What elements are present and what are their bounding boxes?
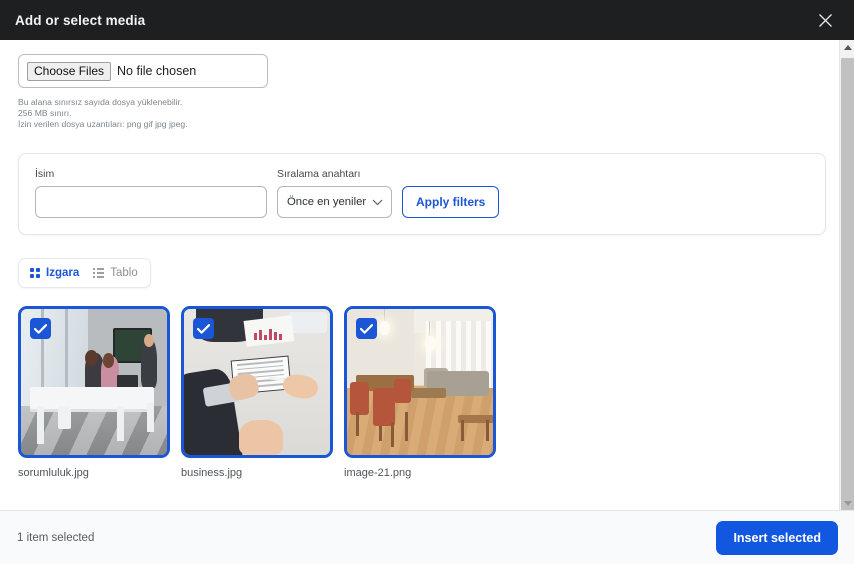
choose-files-button[interactable]: Choose Files bbox=[27, 61, 112, 81]
view-mode-grid-label: Izgara bbox=[46, 267, 80, 280]
media-checkbox[interactable] bbox=[193, 318, 214, 340]
name-filter-group: İsim bbox=[35, 168, 267, 219]
media-thumbnail[interactable] bbox=[181, 306, 333, 459]
sort-select[interactable]: Önce en yeniler bbox=[277, 186, 392, 219]
file-upload-field[interactable]: Choose Files No file chosen bbox=[18, 54, 268, 88]
modal-body: Choose Files No file chosen Bu alana sın… bbox=[0, 40, 854, 510]
grid-icon bbox=[30, 268, 40, 279]
sort-filter-label: Sıralama anahtarı bbox=[277, 168, 361, 181]
media-filename: sorumluluk.jpg bbox=[18, 467, 89, 480]
media-checkbox[interactable] bbox=[356, 318, 377, 340]
apply-filters-button[interactable]: Apply filters bbox=[402, 186, 500, 219]
media-item: business.jpg bbox=[181, 306, 333, 479]
media-item: sorumluluk.jpg bbox=[18, 306, 170, 479]
upload-help-line-2: 256 MB sınırı. bbox=[18, 107, 72, 118]
vertical-scrollbar[interactable] bbox=[839, 40, 854, 510]
media-grid: sorumluluk.jpg business.jpg image-21.png bbox=[18, 306, 820, 479]
media-checkbox[interactable] bbox=[30, 318, 51, 340]
media-thumbnail[interactable] bbox=[18, 306, 170, 459]
upload-help-line-1: Bu alana sınırsız sayıda dosya yüklenebi… bbox=[18, 97, 183, 107]
media-filename: business.jpg bbox=[181, 467, 243, 480]
media-item: image-21.png bbox=[344, 306, 496, 479]
view-mode-grid[interactable]: Izgara bbox=[30, 267, 79, 279]
selection-count-label: 1 item selected bbox=[17, 531, 95, 544]
view-mode-table[interactable]: Tablo bbox=[93, 267, 138, 279]
sort-filter-group: Sıralama anahtarı Önce en yeniler bbox=[277, 168, 392, 219]
modal-footer: 1 item selected Insert selected bbox=[0, 510, 854, 564]
media-modal: Add or select media Choose Files No file… bbox=[0, 0, 854, 564]
upload-help-text: Bu alana sınırsız sayıda dosya yüklenebi… bbox=[18, 97, 820, 129]
insert-selected-button[interactable]: Insert selected bbox=[716, 520, 838, 555]
close-icon[interactable] bbox=[812, 7, 838, 33]
chevron-down-icon bbox=[372, 199, 383, 206]
scroll-down-arrow-icon[interactable] bbox=[840, 496, 854, 510]
page-title: Add or select media bbox=[15, 12, 146, 28]
media-filename: image-21.png bbox=[344, 467, 412, 480]
name-filter-input[interactable] bbox=[35, 186, 267, 219]
no-file-chosen-label: No file chosen bbox=[117, 64, 197, 78]
media-thumbnail[interactable] bbox=[344, 306, 496, 459]
list-icon bbox=[93, 268, 105, 279]
filter-card: İsim Sıralama anahtarı Önce en yeniler A… bbox=[18, 153, 826, 236]
scrollbar-thumb[interactable] bbox=[841, 58, 854, 510]
upload-help-line-3: İzin verilen dosya uzantıları: png gif j… bbox=[18, 118, 188, 129]
name-filter-label: İsim bbox=[35, 168, 55, 181]
view-mode-table-label: Tablo bbox=[110, 267, 138, 280]
scroll-up-arrow-icon[interactable] bbox=[840, 40, 854, 54]
view-mode-toggle: Izgara Tablo bbox=[18, 258, 151, 289]
sort-select-value: Önce en yeniler bbox=[287, 196, 367, 209]
modal-header: Add or select media bbox=[0, 0, 854, 40]
